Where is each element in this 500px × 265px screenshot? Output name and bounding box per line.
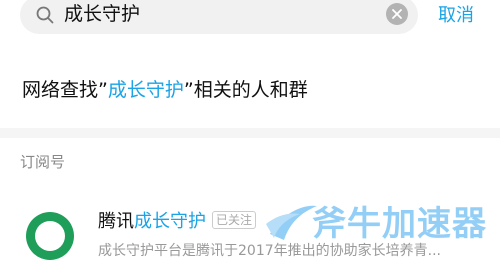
network-suffix: ”相关的人和群 [183,79,308,101]
avatar [24,210,76,262]
network-prefix: 网络查找” [22,79,108,101]
section-divider [0,128,500,138]
section-title: 订阅号 [20,153,66,171]
account-name: 腾讯成长守护 已关注 [98,209,257,235]
followed-badge: 已关注 [212,211,257,229]
account-list-item[interactable]: 腾讯成长守护 已关注 成长守护平台是腾讯于2017年推出的协助家长培养青... [0,200,500,265]
network-search-link[interactable]: 网络查找”成长守护”相关的人和群 [22,76,308,104]
search-input[interactable]: 成长守护 [20,0,418,34]
search-results-page: 成长守护 取消 网络查找”成长守护”相关的人和群 订阅号 腾讯成长守护 已关注 成… [0,0,500,265]
cancel-button[interactable]: 取消 [438,2,474,30]
clear-icon[interactable] [386,3,408,25]
search-header: 成长守护 取消 [0,0,500,38]
account-name-highlight: 成长守护 [134,211,206,232]
search-icon [36,6,54,24]
search-query: 成长守护 [64,3,141,25]
account-name-prefix: 腾讯 [98,211,134,232]
network-highlight: 成长守护 [107,79,184,101]
account-description: 成长守护平台是腾讯于2017年推出的协助家长培养青... [98,243,441,259]
